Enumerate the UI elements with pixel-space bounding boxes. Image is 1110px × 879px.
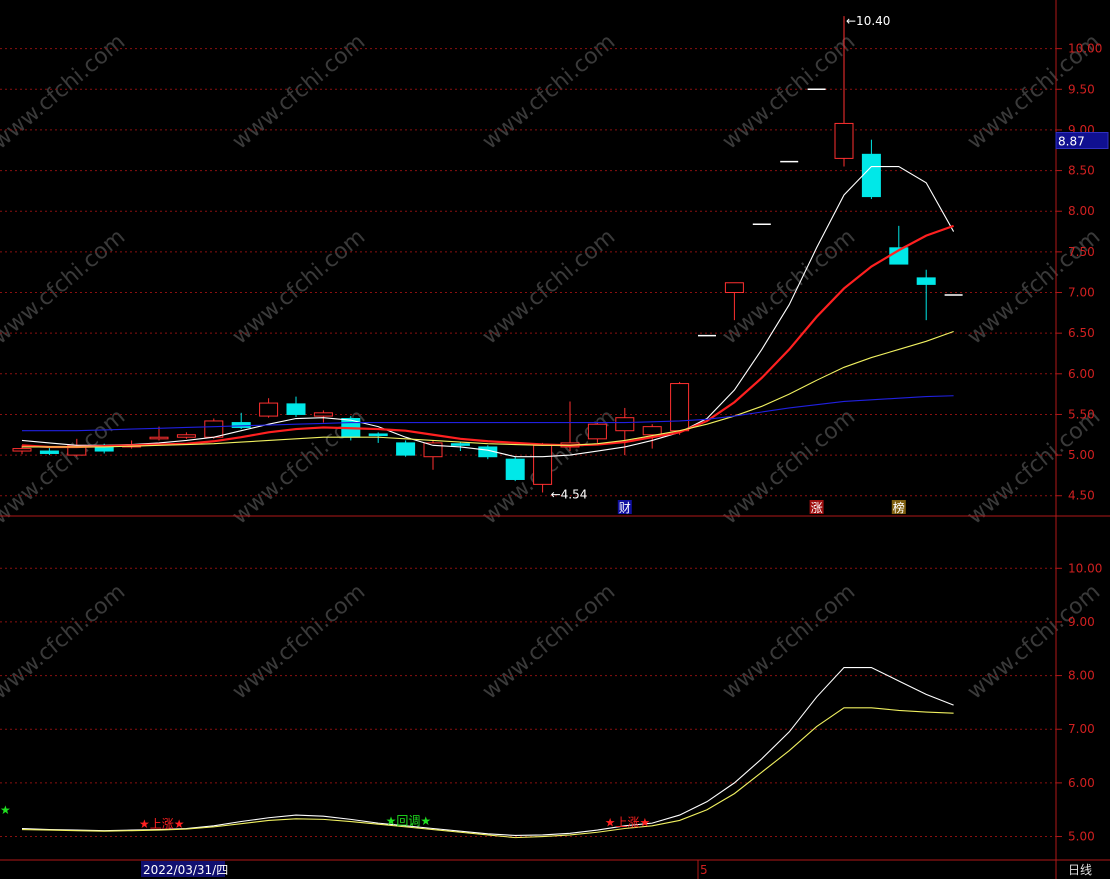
candle-body xyxy=(39,450,59,454)
candle-body xyxy=(259,402,279,417)
y-tick-label: 10.00 xyxy=(1068,561,1102,575)
signal-annotation: ★上涨★ xyxy=(605,814,651,829)
y-tick-label: 9.00 xyxy=(1068,615,1095,629)
candle[interactable] xyxy=(670,381,690,435)
candle[interactable] xyxy=(259,398,279,418)
y-tick-label: 7.00 xyxy=(1068,722,1095,736)
candle[interactable] xyxy=(39,446,59,456)
y-tick-label: 5.50 xyxy=(1068,407,1095,421)
candle-body xyxy=(12,448,32,452)
y-tick-label: 6.00 xyxy=(1068,367,1095,381)
y-tick-label: 8.50 xyxy=(1068,164,1095,178)
y-tick-label: 6.50 xyxy=(1068,326,1095,340)
candle[interactable] xyxy=(313,410,333,423)
watermark-text: www.cfchi.com xyxy=(963,579,1105,704)
watermark-text: www.cfchi.com xyxy=(0,404,130,529)
event-marker-label: 榜 xyxy=(893,500,905,515)
y-tick-label: 5.00 xyxy=(1068,830,1095,844)
low-annotation: ←4.54 xyxy=(551,487,588,501)
y-tick-label: 7.50 xyxy=(1068,245,1095,259)
candle-body xyxy=(916,277,936,285)
watermark-layer: www.cfchi.com www.cfchi.com www.cfchi.com w… xyxy=(0,29,1105,704)
candle-body xyxy=(368,433,388,437)
footer-bar: 2022/03/31/四 5 日线 xyxy=(141,860,1092,879)
candle-body xyxy=(231,422,251,428)
y-tick-label: 5.00 xyxy=(1068,448,1095,462)
candle-body xyxy=(505,458,525,480)
current-price-label: 8.87 xyxy=(1058,135,1085,149)
watermark-text: www.cfchi.com xyxy=(478,579,620,704)
candle-body xyxy=(396,442,416,456)
y-tick-label: 8.00 xyxy=(1068,669,1095,683)
y-tick-label: 8.00 xyxy=(1068,204,1095,218)
candle-body xyxy=(615,417,635,432)
candle-body xyxy=(450,443,470,446)
candle-body xyxy=(587,423,607,440)
ma-white-line xyxy=(21,165,955,458)
watermark-text: www.cfchi.com xyxy=(478,224,620,349)
candle-body xyxy=(286,403,306,415)
period-label: 日线 xyxy=(1068,863,1092,877)
signal-annotation: ★回调★ xyxy=(386,814,432,828)
indicator-panel[interactable]: ★ ★上涨★ ★回调★ ★上涨★ xyxy=(0,666,954,839)
candle-body xyxy=(94,446,114,452)
candle[interactable] xyxy=(505,456,525,482)
month-label: 5 xyxy=(700,863,708,877)
candle-body xyxy=(834,122,854,159)
candle[interactable] xyxy=(916,269,936,321)
candle-body xyxy=(313,412,333,417)
candle-body xyxy=(642,426,662,436)
candle-body xyxy=(670,383,690,432)
watermark-text: www.cfchi.com xyxy=(0,579,130,704)
watermark-text: www.cfchi.com xyxy=(718,579,860,704)
candle[interactable] xyxy=(560,401,580,452)
frame-layer xyxy=(0,0,1110,879)
event-marker-label: 涨 xyxy=(811,500,823,515)
y-tick-label: 10.00 xyxy=(1068,42,1102,56)
candle-body xyxy=(149,436,169,440)
candle[interactable] xyxy=(231,412,251,430)
candle[interactable] xyxy=(176,432,196,439)
date-label: 2022/03/31/四 xyxy=(143,863,228,877)
watermark-text: www.cfchi.com xyxy=(718,404,860,529)
y-tick-label: 9.50 xyxy=(1068,82,1095,96)
candle[interactable] xyxy=(861,139,881,200)
watermark-text: www.cfchi.com xyxy=(228,29,370,154)
event-marker-label: 财 xyxy=(619,501,631,515)
candle-body xyxy=(533,444,553,485)
high-annotation: ←10.40 xyxy=(846,14,890,28)
ma-blue-line xyxy=(22,395,954,432)
candle[interactable] xyxy=(396,440,416,457)
signal-annotation: ★上涨★ xyxy=(139,816,185,831)
stock-chart[interactable]: www.cfchi.com www.cfchi.com www.cfchi.com w… xyxy=(0,0,1110,879)
y-tick-label: 4.50 xyxy=(1068,489,1095,503)
y-tick-label: 7.00 xyxy=(1068,286,1095,300)
watermark-text: www.cfchi.com xyxy=(963,404,1105,529)
candle[interactable] xyxy=(889,225,909,265)
watermark-text: www.cfchi.com xyxy=(228,579,370,704)
watermark-text: www.cfchi.com xyxy=(0,224,130,349)
watermark-text: www.cfchi.com xyxy=(228,224,370,349)
watermark-text: www.cfchi.com xyxy=(478,29,620,154)
candle-body xyxy=(724,282,744,294)
candle[interactable] xyxy=(286,396,306,417)
signal-annotation: ★ xyxy=(0,803,11,817)
candle-body xyxy=(861,153,881,198)
y-tick-label: 6.00 xyxy=(1068,776,1095,790)
candle-body xyxy=(176,434,196,438)
candle-body xyxy=(204,420,224,438)
